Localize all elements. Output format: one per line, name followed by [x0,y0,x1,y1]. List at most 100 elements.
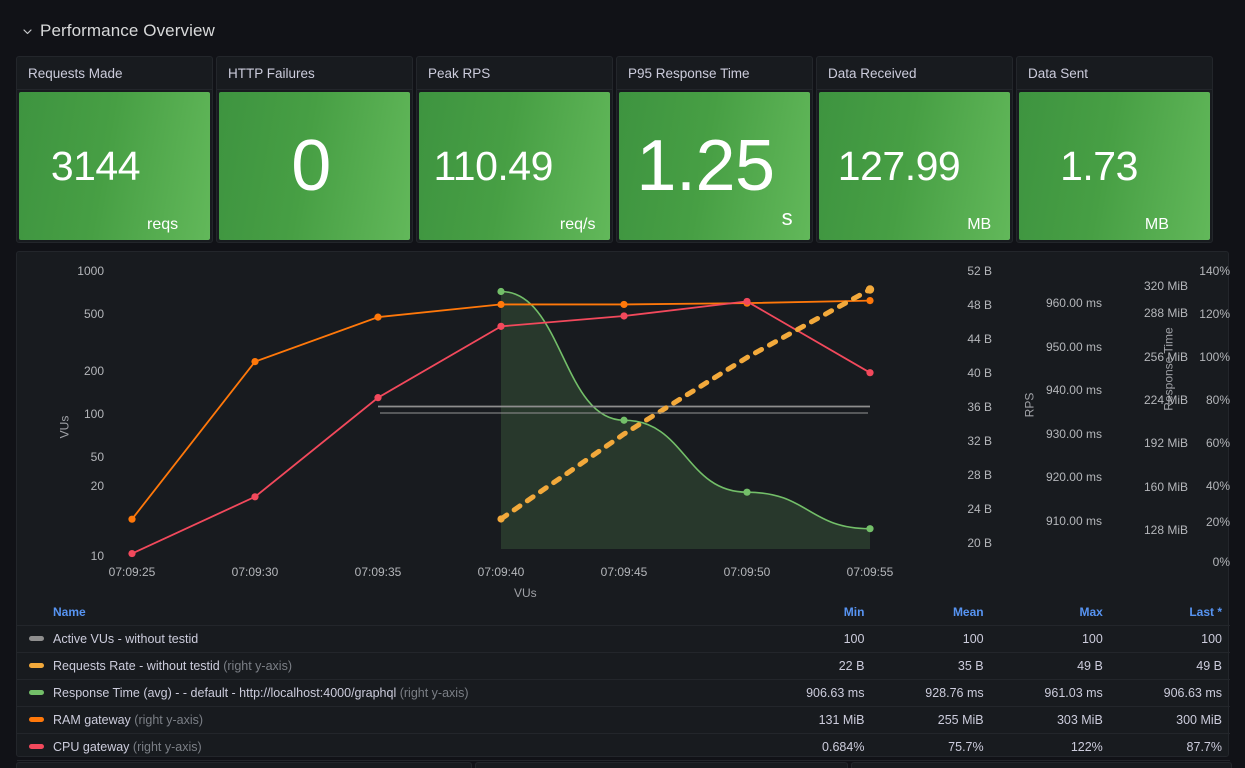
legend-max-cell: 49 B [991,652,1111,680]
x-axis-tick: 07:09:30 [231,565,279,579]
chevron-down-icon[interactable] [22,26,33,37]
stat-value: 110.49 [433,142,554,189]
stat-panel-peak-rps[interactable]: Peak RPS 110.49 req/s [416,56,613,243]
stat-panel-data-sent[interactable]: Data Sent 1.73 MB [1016,56,1213,243]
y-rps-tick: 52 B [967,264,992,278]
legend-series-name: Active VUs - without testid [53,632,199,646]
y-rps-tick: 20 B [967,536,992,550]
legend-col-max[interactable]: Max [991,600,1111,626]
stat-value: 1.73 [1060,142,1138,189]
legend-axis-note: (right y-axis) [130,713,204,727]
panel-title: HTTP Failures [217,57,412,90]
stat-unit: MB [967,216,992,233]
legend-series-name: CPU gateway [53,740,130,754]
plot-area[interactable]: 1000 500 200 100 50 20 10 VUs 07:09:25 07:09:30 07… [17,252,1230,600]
legend-row[interactable]: Requests Rate - without testid (right y-… [17,652,1230,680]
legend-color-swatch[interactable] [29,690,44,696]
legend-last-cell: 49 B [1110,652,1230,680]
y-pct-tick: 0% [1212,555,1230,569]
legend-col-last[interactable]: Last * [1110,600,1230,626]
legend-color-swatch[interactable] [29,717,44,723]
legend-max-cell: 961.03 ms [991,679,1111,707]
y-left-axis-title: VUs [57,415,72,439]
legend-series-name: Requests Rate - without testid [53,659,220,673]
series-2 [497,287,874,549]
legend-row[interactable]: Active VUs - without testid 100 100 100 100 [17,625,1230,653]
y-pct-tick: 40% [1205,479,1230,493]
legend-col-mean[interactable]: Mean [872,600,992,626]
stat-panel-http-failures[interactable]: HTTP Failures 0 [216,56,413,243]
panel-partial[interactable] [475,762,848,768]
y-mem-tick: 160 MiB [1143,480,1188,494]
stat-value: 127.99 [837,142,961,189]
panel-title: Requests Made [17,57,212,90]
legend-mean-cell: 100 [872,625,992,653]
legend-row[interactable]: Response Time (avg) - - default - http:/… [17,679,1230,707]
y-left-tick: 100 [83,407,104,421]
stat-value-area: 1.25 s [619,92,810,240]
stat-value: 0 [291,126,331,206]
legend-series-cell[interactable]: Requests Rate - without testid (right y-… [17,652,754,680]
dashboard: Performance Overview Requests Made 3144 … [0,0,1245,768]
y-rps-tick: 44 B [967,332,992,346]
legend-min-cell: 22 B [753,652,873,680]
y-mem-tick: 256 MiB [1143,350,1188,364]
legend-header-row: Name Min Mean Max Last * [17,600,1230,626]
legend-series-name: Response Time (avg) - - default - http:/… [53,686,397,700]
stat-panel-requests-made[interactable]: Requests Made 3144 reqs [16,56,213,243]
legend-series-cell[interactable]: RAM gateway (right y-axis) [17,706,754,734]
stat-panel-group: Requests Made 3144 reqs HTTP Failures 0 … [16,56,1213,243]
legend-series-cell[interactable]: Response Time (avg) - - default - http:/… [17,679,754,707]
x-axis-tick: 07:09:55 [846,565,894,579]
legend-row[interactable]: RAM gateway (right y-axis) 131 MiB 255 MiB… [17,706,1230,734]
y-rps-tick: 24 B [967,502,992,516]
timeseries-panel[interactable]: 1000 500 200 100 50 20 10 VUs 07:09:25 07:09:30 07… [16,251,1230,761]
legend-series-cell[interactable]: CPU gateway (right y-axis) [17,733,754,761]
y-left-tick: 500 [83,307,104,321]
panel-title: Peak RPS [417,57,612,90]
stat-unit: reqs [147,216,179,233]
x-axis-tick: 07:09:50 [723,565,771,579]
legend-row[interactable]: CPU gateway (right y-axis) 0.684% 75.7% 122… [17,733,1230,761]
stat-unit: s [781,205,793,230]
panel-title: Data Sent [1017,57,1212,90]
y-resptime-tick: 910.00 ms [1045,514,1102,528]
panel-title: Data Received [817,57,1012,90]
panel-title: P95 Response Time [617,57,812,90]
y-resptime-tick: 920.00 ms [1045,470,1102,484]
next-row-panels [16,762,1232,768]
x-axis-tick: 07:09:45 [600,565,648,579]
stat-value: 1.25 [636,126,775,206]
legend-col-min[interactable]: Min [753,600,873,626]
stat-panel-p95-response-time[interactable]: P95 Response Time 1.25 s [616,56,813,243]
dashboard-row-header[interactable]: Performance Overview [22,18,215,44]
y-left-tick: 20 [90,479,104,493]
y-rps-axis-title: RPS [1022,392,1037,418]
y-mem-tick: 192 MiB [1143,436,1188,450]
y-rps-tick: 32 B [967,434,992,448]
legend-min-cell: 100 [753,625,873,653]
stat-unit: req/s [559,216,596,233]
legend-max-cell: 122% [991,733,1111,761]
y-left-tick: 50 [90,450,104,464]
stat-value-area: 0 [219,92,410,240]
stat-value-area: 3144 reqs [19,92,210,240]
panel-partial[interactable] [851,762,1232,768]
stat-panel-data-received[interactable]: Data Received 127.99 MB [816,56,1013,243]
legend-min-cell: 131 MiB [753,706,873,734]
legend-col-name[interactable]: Name [17,600,754,626]
legend-min-cell: 906.63 ms [753,679,873,707]
legend-color-swatch[interactable] [29,636,44,642]
y-resptime-tick: 940.00 ms [1045,383,1102,397]
legend-series-cell[interactable]: Active VUs - without testid [17,625,754,653]
legend-color-swatch[interactable] [29,663,44,669]
legend-axis-note: (right y-axis) [129,740,202,754]
legend-color-swatch[interactable] [29,744,44,750]
panel-partial[interactable] [16,762,472,768]
y-pct-tick: 80% [1205,393,1230,407]
y-pct-tick: 60% [1205,436,1230,450]
y-rps-tick: 40 B [967,366,992,380]
stat-unit: MB [1144,216,1169,233]
y-pct-tick: 120% [1199,307,1230,321]
legend-table[interactable]: Name Min Mean Max Last * Active VUs - wi… [17,600,1230,761]
